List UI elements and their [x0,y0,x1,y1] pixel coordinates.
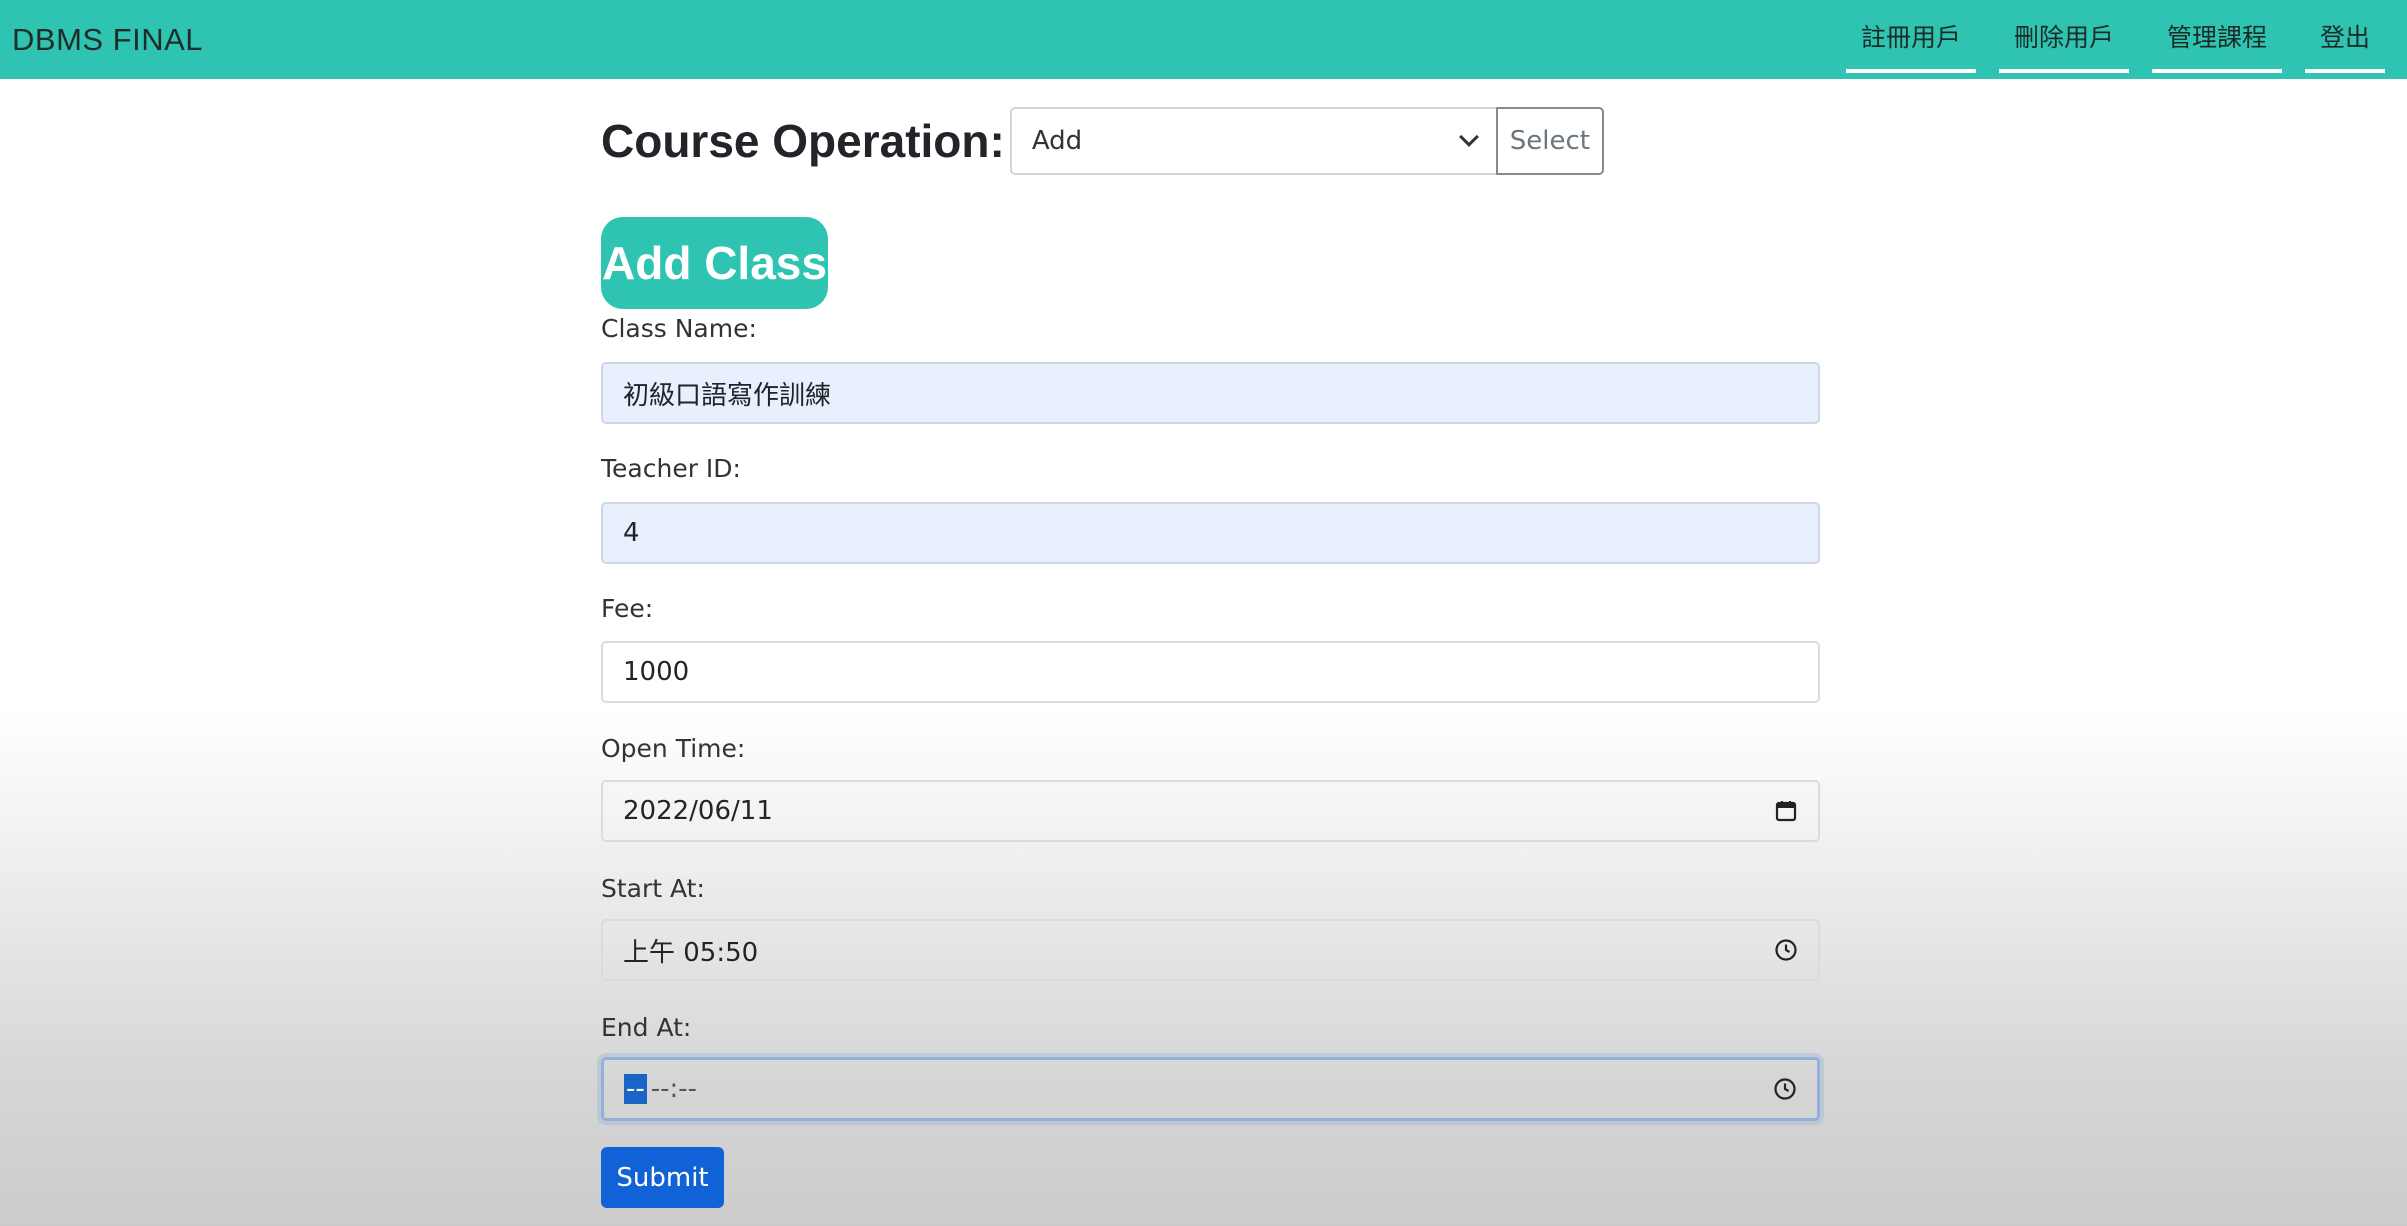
start-at-label: Start At: [601,874,705,903]
calendar-icon[interactable] [1774,799,1798,823]
course-operation-label: Course Operation: [601,115,1005,167]
nav-delete-user[interactable]: 刪除用戶 [1999,7,2129,73]
clock-icon[interactable] [1774,938,1798,962]
teacher-id-value: 4 [623,518,640,548]
end-at-value: -- --:-- [624,1074,697,1104]
submit-button[interactable]: Submit [601,1147,724,1208]
end-at-rest: --:-- [650,1074,698,1104]
clock-icon[interactable] [1773,1077,1797,1101]
teacher-id-label: Teacher ID: [601,454,741,483]
course-operation-selected: Add [1031,126,1083,156]
fee-input[interactable]: 1000 [601,641,1820,703]
open-time-input[interactable]: 2022/06/11 [601,780,1820,842]
nav-logout[interactable]: 登出 [2305,7,2385,73]
class-name-label: Class Name: [601,314,757,343]
add-class-heading: Add Class [601,217,828,309]
teacher-id-input[interactable]: 4 [601,502,1820,564]
fee-value: 1000 [623,657,690,687]
select-button[interactable]: Select [1495,107,1604,175]
course-operation-select[interactable]: Add [1009,107,1496,175]
end-at-hour-segment[interactable]: -- [624,1074,647,1104]
chevron-down-icon [1458,127,1479,147]
brand-title[interactable]: DBMS FINAL [0,22,203,58]
course-operation-row: Course Operation: Add Select [601,106,1604,176]
end-at-label: End At: [601,1013,692,1042]
open-time-value: 2022/06/11 [623,796,773,826]
start-at-input[interactable]: 上午 05:50 [601,919,1820,981]
nav-links: 註冊用戶 刪除用戶 管理課程 登出 [1823,0,2407,79]
start-at-value: 上午 05:50 [623,937,759,968]
end-at-input[interactable]: -- --:-- [601,1057,1820,1121]
open-time-label: Open Time: [601,734,746,763]
nav-manage-courses[interactable]: 管理課程 [2152,7,2282,73]
top-navbar: DBMS FINAL 註冊用戶 刪除用戶 管理課程 登出 [0,0,2407,79]
class-name-value: 初級口語寫作訓練 [623,380,832,411]
fee-label: Fee: [601,594,654,623]
nav-register-user[interactable]: 註冊用戶 [1846,7,1976,73]
class-name-input[interactable]: 初級口語寫作訓練 [601,362,1820,424]
